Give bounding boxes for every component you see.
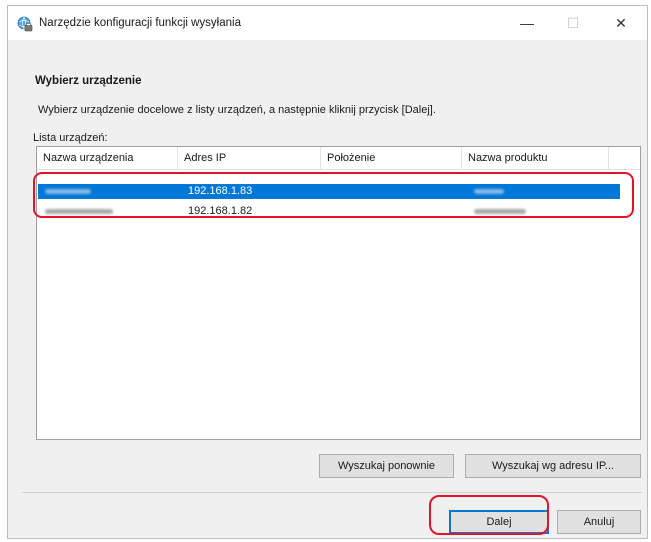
cancel-button[interactable]: Anuluj <box>557 510 641 534</box>
product-name-cell <box>474 184 604 199</box>
ip-address-cell: 192.168.1.83 <box>188 185 253 197</box>
divider <box>22 492 642 493</box>
location-cell <box>328 204 458 219</box>
device-list-header: Nazwa urządzenia Adres IP Położenie Nazw… <box>37 147 640 170</box>
location-cell <box>328 184 458 199</box>
column-header-device-name[interactable]: Nazwa urządzenia <box>37 147 178 170</box>
dialog-window: Narzędzie konfiguracji funkcji wysyłania… <box>7 5 648 539</box>
search-again-button[interactable]: Wyszukaj ponownie <box>319 454 454 478</box>
device-name-cell <box>45 204 165 219</box>
close-button[interactable]: ✕ <box>598 6 644 40</box>
maximize-button[interactable]: ☐ <box>550 6 596 40</box>
printer-globe-icon <box>17 16 33 32</box>
ip-address-cell: 192.168.1.82 <box>188 205 253 217</box>
device-row-selected[interactable]: 192.168.1.83 <box>38 184 620 199</box>
product-name-cell <box>474 204 604 219</box>
device-name-cell <box>45 184 165 199</box>
page-title: Wybierz urządzenie <box>35 75 142 87</box>
column-header-location[interactable]: Położenie <box>321 147 462 170</box>
device-list-label: Lista urządzeń: <box>33 132 108 144</box>
column-header-product-name[interactable]: Nazwa produktu <box>462 147 609 170</box>
title-bar[interactable]: Narzędzie konfiguracji funkcji wysyłania… <box>8 6 647 40</box>
next-button[interactable]: Dalej <box>449 510 549 534</box>
column-header-ip-address[interactable]: Adres IP <box>178 147 321 170</box>
minimize-button[interactable]: — <box>504 6 550 40</box>
instruction-text: Wybierz urządzenie docelowe z listy urzą… <box>38 104 436 116</box>
window-title: Narzędzie konfiguracji funkcji wysyłania <box>39 17 241 29</box>
search-by-ip-button[interactable]: Wyszukaj wg adresu IP... <box>465 454 641 478</box>
device-row[interactable]: 192.168.1.82 <box>38 204 620 219</box>
device-list[interactable]: Nazwa urządzenia Adres IP Położenie Nazw… <box>36 146 641 440</box>
